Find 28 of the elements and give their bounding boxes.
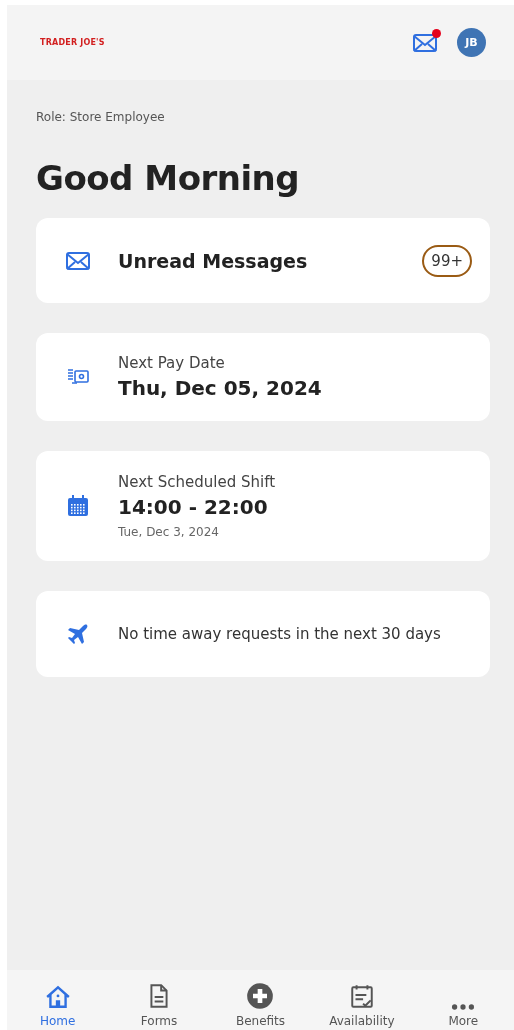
card-title: Unread Messages	[118, 249, 309, 272]
info-card[interactable]: Next Scheduled Shift 14:00 - 22:00 Tue, Dec 3, 2024	[36, 451, 490, 561]
greeting: Good Morning	[36, 158, 301, 198]
tab[interactable]: More	[418, 1004, 509, 1028]
card-value: 14:00 - 22:00	[118, 495, 269, 519]
calendar-check-icon	[348, 982, 375, 1010]
info-card[interactable]: No time away requests in the next 30 days	[36, 591, 490, 677]
more-icon	[451, 1004, 476, 1010]
card-label: Next Pay Date	[118, 354, 226, 372]
info-card[interactable]: Unread Messages 99+	[36, 218, 490, 303]
tab[interactable]: Forms	[114, 982, 205, 1028]
calendar-icon	[66, 494, 90, 518]
plus-circle-icon	[246, 982, 275, 1010]
count-badge: 99+	[422, 244, 472, 277]
card-subtext: Tue, Dec 3, 2024	[118, 525, 220, 539]
tab[interactable]: Availability	[316, 982, 407, 1028]
info-card[interactable]: Next Pay Date Thu, Dec 05, 2024	[36, 333, 490, 421]
airplane-icon	[66, 622, 90, 646]
card-text: No time away requests in the next 30 days	[118, 625, 441, 643]
tab[interactable]: Home	[12, 984, 103, 1028]
card-value: Thu, Dec 05, 2024	[118, 376, 323, 400]
role-text: Role: Store Employee	[36, 110, 166, 124]
mail-icon	[66, 251, 90, 270]
mail-icon	[413, 33, 437, 52]
tab[interactable]: Benefits	[215, 982, 306, 1028]
avatar[interactable]: JB	[457, 28, 486, 57]
card-label: Next Scheduled Shift	[118, 473, 277, 491]
logo[interactable]: TRADER JOE'S	[40, 38, 105, 47]
